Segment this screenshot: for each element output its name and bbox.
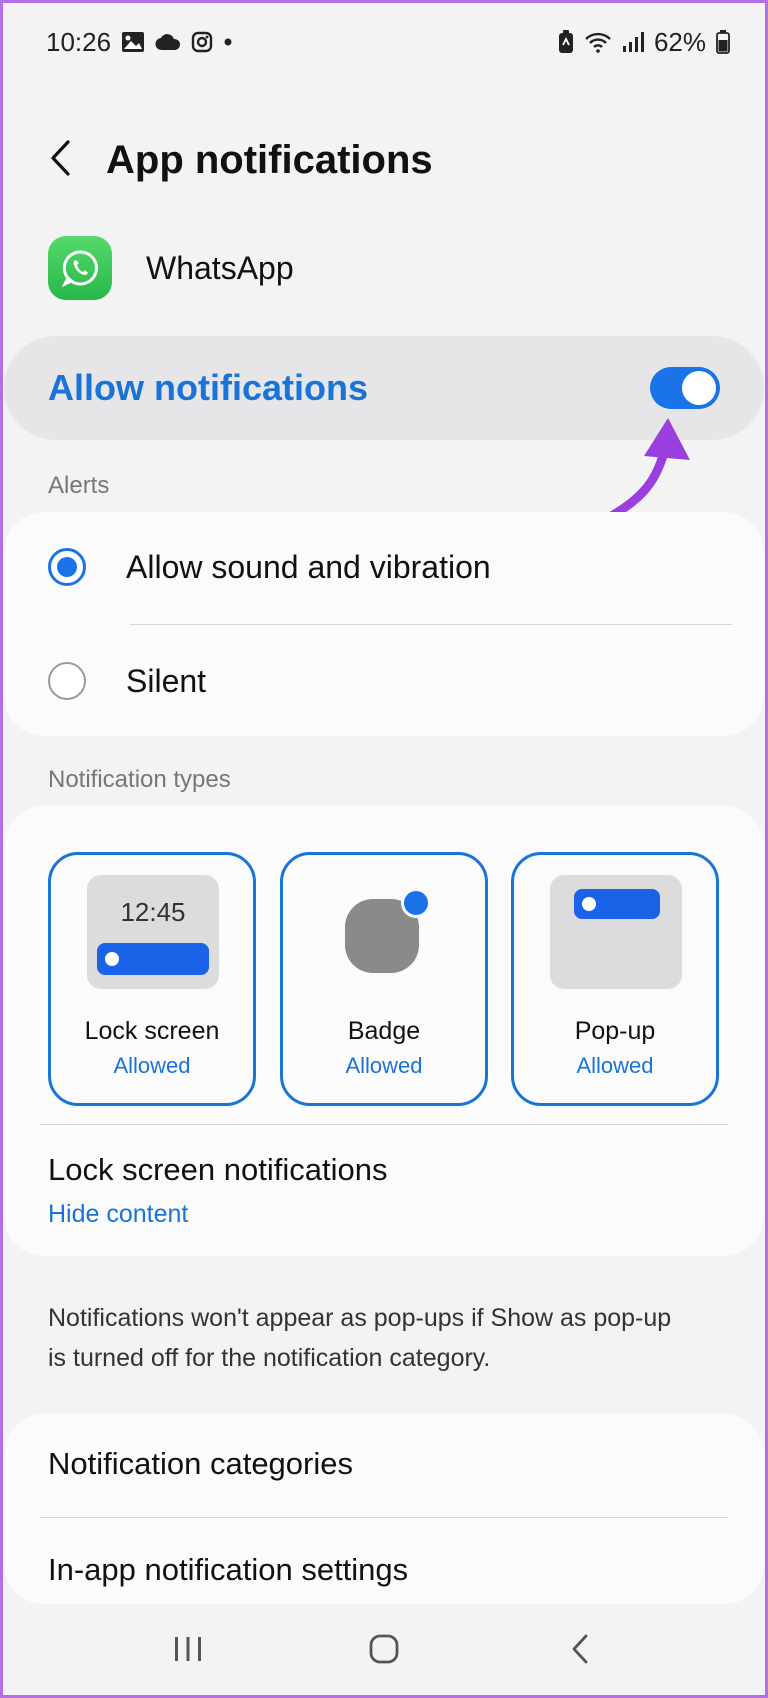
recents-button[interactable] <box>148 1626 228 1676</box>
back-icon <box>570 1633 590 1670</box>
divider <box>40 1517 728 1518</box>
page-title: App notifications <box>106 137 433 182</box>
app-name: WhatsApp <box>146 249 294 286</box>
cloud-icon <box>155 33 181 51</box>
divider <box>40 1124 728 1125</box>
status-bar: 10:26 62% <box>46 18 730 66</box>
notification-types-section-label: Notification types <box>48 766 231 793</box>
popup-preview-icon <box>550 875 682 989</box>
app-info-row: WhatsApp <box>48 236 294 300</box>
radio-unselected-icon[interactable] <box>48 662 86 700</box>
alert-option-silent[interactable]: Silent <box>48 662 206 700</box>
battery-icon <box>716 30 730 54</box>
radio-selected-icon[interactable] <box>48 548 86 586</box>
type-status: Allowed <box>345 1053 423 1078</box>
badge-preview-icon <box>283 855 491 1010</box>
back-button[interactable] <box>48 128 88 192</box>
wifi-icon <box>584 31 612 53</box>
alerts-card: Allow sound and vibration Silent <box>4 512 764 736</box>
chevron-left-icon <box>48 138 72 183</box>
preview-time: 12:45 <box>120 897 186 927</box>
lock-screen-preview-icon: 12:45 <box>87 875 219 989</box>
status-time: 10:26 <box>46 26 112 57</box>
dot-icon <box>223 37 233 47</box>
home-icon <box>368 1633 400 1670</box>
instagram-icon <box>191 31 213 53</box>
home-button[interactable] <box>344 1626 424 1676</box>
whatsapp-icon <box>48 236 112 300</box>
toggle-knob <box>682 371 716 405</box>
type-badge[interactable]: Badge Allowed <box>280 852 488 1106</box>
signal-icon <box>622 31 644 53</box>
allow-notifications-toggle[interactable] <box>650 367 720 409</box>
battery-percent: 62% <box>653 26 706 57</box>
alert-option-sound-vibration[interactable]: Allow sound and vibration <box>48 548 491 586</box>
gallery-icon <box>121 31 145 53</box>
type-status: Allowed <box>576 1053 654 1078</box>
recents-icon <box>173 1635 203 1668</box>
nav-back-button[interactable] <box>540 1626 620 1676</box>
lock-screen-notifications-value: Hide content <box>48 1200 189 1228</box>
in-app-notification-settings-item[interactable]: In-app notification settings <box>48 1552 408 1588</box>
system-nav-bar <box>0 1622 768 1680</box>
type-popup[interactable]: Pop-up Allowed <box>511 852 719 1106</box>
allow-notifications-label: Allow notifications <box>48 367 368 408</box>
type-title: Pop-up <box>574 1017 656 1045</box>
type-status: Allowed <box>113 1053 191 1078</box>
alert-option-label: Silent <box>126 662 207 699</box>
popup-info-text: Notifications won't appear as pop-ups if… <box>48 1304 672 1372</box>
type-title: Badge <box>347 1017 421 1045</box>
type-lock-screen[interactable]: 12:45 Lock screen Allowed <box>48 852 256 1106</box>
divider <box>130 624 732 625</box>
alert-option-label: Allow sound and vibration <box>126 548 491 585</box>
alerts-section-label: Alerts <box>48 472 110 499</box>
lock-screen-notifications-title: Lock screen notifications <box>48 1152 388 1187</box>
battery-saver-icon <box>558 30 574 54</box>
notification-categories-item[interactable]: Notification categories <box>48 1446 353 1482</box>
app-bar: App notifications <box>48 128 433 192</box>
type-title: Lock screen <box>84 1017 220 1045</box>
lock-screen-notifications-row[interactable]: Lock screen notifications Hide content <box>48 1152 387 1229</box>
